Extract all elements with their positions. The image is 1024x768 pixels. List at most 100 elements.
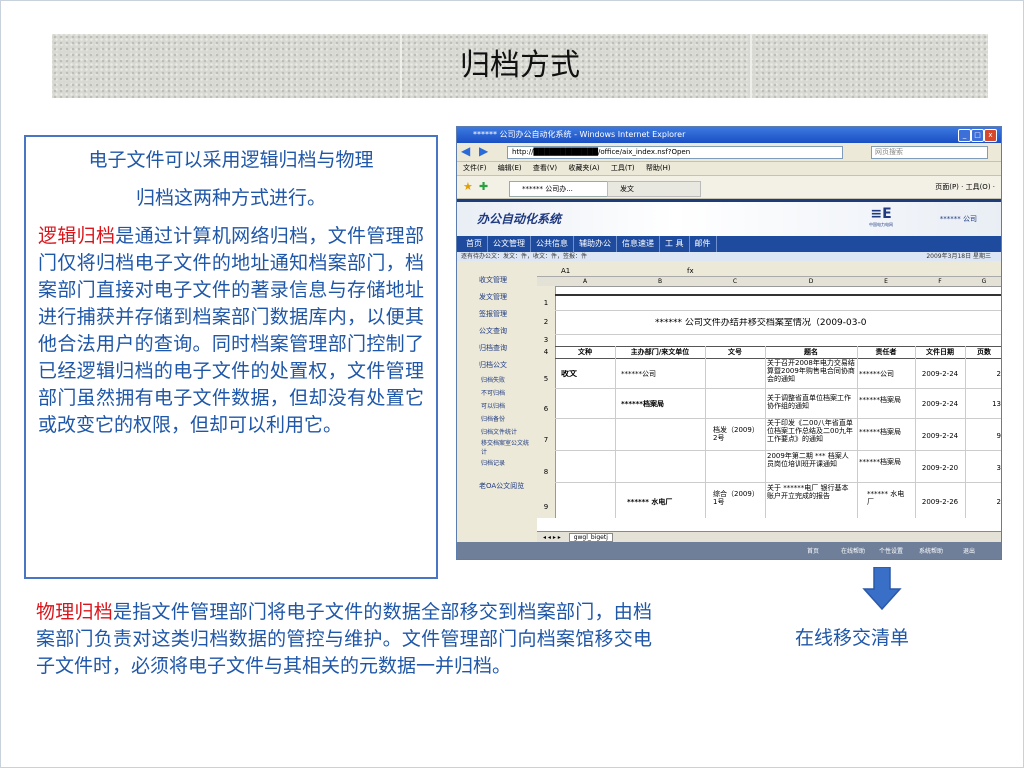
table-header: 页数 xyxy=(977,348,991,356)
formula-bar: A1 fx xyxy=(537,266,1001,277)
table-cell: ******档案局 xyxy=(859,428,901,436)
browser-tab-active[interactable]: ****** 公司办... xyxy=(509,181,613,197)
side-submenu-item[interactable]: 归档记录 xyxy=(477,457,529,470)
table-cell: ****** 水电厂 xyxy=(627,498,673,506)
oa-info-bar: 逐有待办公文：发文：件，收文：件，签报：件 2009年3月18日 星期三 xyxy=(457,252,1001,261)
column-letter: E xyxy=(884,278,888,285)
nav-item[interactable]: 信息速递 xyxy=(617,236,660,252)
screenshot-caption: 在线移交清单 xyxy=(795,627,910,649)
grid-line xyxy=(555,346,1001,347)
address-input[interactable]: http://████████████/office/aix_index.nsf… xyxy=(507,146,843,159)
column-letter: B xyxy=(657,278,663,285)
side-menu-item[interactable]: 签报管理 xyxy=(477,306,529,323)
function-icon[interactable]: fx xyxy=(687,266,694,276)
oa-company-name: ****** 公司 xyxy=(939,215,977,223)
status-link[interactable]: 系统帮助 xyxy=(919,542,943,559)
status-link[interactable]: 个性设置 xyxy=(879,542,903,559)
sheet-tab[interactable]: gwgl_bigetj xyxy=(568,533,613,542)
side-submenu-item[interactable]: 归档失败 xyxy=(477,374,529,387)
nav-item[interactable]: 工 具 xyxy=(660,236,690,252)
column-letter: F xyxy=(938,278,942,285)
menu-item[interactable]: 帮助(H) xyxy=(646,164,671,172)
sheet-nav-icon[interactable]: ◂ ◂ ▸ ▸ xyxy=(543,534,561,541)
table-header: 题名 xyxy=(804,348,818,356)
spreadsheet: A1 fx A B C D E F G 1 2 3 4 5 6 7 8 9 **… xyxy=(537,266,1001,542)
search-input[interactable]: 网页搜索 xyxy=(871,146,988,159)
slide-title: 归档方式 xyxy=(460,48,580,83)
table-cell: ******档案局 xyxy=(859,396,901,404)
ie-menu-bar: 文件(F) 编辑(E) 查看(V) 收藏夹(A) 工具(T) 帮助(H) xyxy=(457,162,1001,176)
side-submenu-item[interactable]: 不可归档 xyxy=(477,387,529,400)
side-menu-item[interactable]: 老OA公文阅览 xyxy=(477,478,529,495)
status-link[interactable]: 退出 xyxy=(963,542,975,559)
menu-item[interactable]: 工具(T) xyxy=(611,164,635,172)
address-bar: ◀ ▶ http://████████████/office/aix_index… xyxy=(457,143,1001,162)
status-link[interactable]: 首页 xyxy=(807,542,819,559)
favorites-star-icon[interactable]: ★ xyxy=(463,180,473,193)
logical-archive-text: 是通过计算机网络归档，文件管理部门仅将归档电子文件的地址通知档案部门，档案部门直… xyxy=(38,225,424,436)
table-cell: 关于 ******电厂 银行基本账户开立完成的报告 xyxy=(767,484,849,500)
oa-side-menu: 收文管理 发文管理 签报管理 公文查询 归档查询 归档公文 归档失败 不可归档 … xyxy=(477,272,529,495)
grid-line xyxy=(555,334,1001,335)
table-cell: 收文 xyxy=(561,370,577,378)
nav-item[interactable]: 辅助办公 xyxy=(574,236,617,252)
table-header: 文号 xyxy=(728,348,742,356)
side-menu-item[interactable]: 收文管理 xyxy=(477,272,529,289)
sheet-border xyxy=(555,294,1001,296)
menu-item[interactable]: 查看(V) xyxy=(533,164,557,172)
row-number: 3 xyxy=(537,334,556,346)
ie-tools-menu[interactable]: 页面(P) · 工具(O) · xyxy=(935,181,995,193)
row-number: 8 xyxy=(537,450,556,482)
side-submenu-item[interactable]: 可以归档 xyxy=(477,400,529,413)
title-band: 归档方式 xyxy=(52,34,988,98)
status-link[interactable]: 在线帮助 xyxy=(841,542,865,559)
side-menu-item[interactable]: 发文管理 xyxy=(477,289,529,306)
current-date: 2009年3月18日 星期三 xyxy=(926,253,991,260)
side-menu-item[interactable]: 公文查询 xyxy=(477,323,529,340)
column-letter: D xyxy=(808,278,814,285)
nav-item[interactable]: 公共信息 xyxy=(531,236,574,252)
menu-item[interactable]: 编辑(E) xyxy=(498,164,522,172)
row-number: 6 xyxy=(537,388,556,418)
back-icon[interactable]: ◀ xyxy=(461,144,470,158)
browser-tab[interactable]: 发文 xyxy=(607,181,701,197)
cell-reference[interactable]: A1 xyxy=(561,266,570,276)
table-cell: 2009-2-24 xyxy=(921,370,959,378)
menu-item[interactable]: 文件(F) xyxy=(463,164,487,172)
sheet-title: ****** 公司文件办结并移交档案室情况（2009-03-0 xyxy=(655,318,867,328)
table-cell: 关于召开2008年电力交易结算暨2009年购售电合同协商会的通知 xyxy=(767,359,855,383)
table-cell: 关于印发《二00八年省直单位档案工作总结及二00九年工作要点》的通知 xyxy=(767,419,853,443)
table-cell: 13 xyxy=(992,400,1001,408)
menu-item[interactable]: 收藏夹(A) xyxy=(568,164,599,172)
power-grid-logo: ≡E 中国电力电网 xyxy=(869,206,893,227)
side-menu-item[interactable]: 归档公文 xyxy=(477,357,529,374)
side-submenu-item[interactable]: 移交档案室公文统计 xyxy=(477,439,529,457)
column-letter: G xyxy=(981,278,987,285)
minimize-icon[interactable]: _ xyxy=(958,129,971,142)
grid-line xyxy=(555,450,1001,451)
close-icon[interactable]: x xyxy=(984,129,997,142)
logo-caption: 中国电力电网 xyxy=(869,222,893,227)
intro-line: 归档这两种方式进行。 xyxy=(135,187,326,209)
nav-item[interactable]: 公文管理 xyxy=(488,236,531,252)
ie-title-bar: ****** 公司办公自动化系统 - Windows Internet Expl… xyxy=(457,127,1001,143)
physical-archive-text: 是指文件管理部门将电子文件的数据全部移交到档案部门，由档案部门负责对这类归档数据… xyxy=(36,601,652,677)
table-cell: ****** 水电厂 xyxy=(867,490,905,506)
physical-archive-term: 物理归档 xyxy=(36,601,114,623)
forward-icon[interactable]: ▶ xyxy=(479,144,488,158)
side-submenu-item[interactable]: 归档文件统计 xyxy=(477,426,529,439)
ie-window-title: ****** 公司办公自动化系统 - Windows Internet Expl… xyxy=(473,130,686,139)
table-cell: 2009-2-24 xyxy=(921,432,959,440)
nav-item[interactable]: 首页 xyxy=(461,236,488,252)
column-headers: A B C D E F G xyxy=(537,277,1001,287)
side-submenu-item[interactable]: 归档备份 xyxy=(477,413,529,426)
nav-item[interactable]: 邮件 xyxy=(690,236,717,252)
maximize-icon[interactable]: □ xyxy=(971,129,984,142)
table-cell: ******档案局 xyxy=(621,400,664,408)
side-menu-item[interactable]: 归档查询 xyxy=(477,340,529,357)
logical-archive-box: 电子文件可以采用逻辑归档与物理 归档这两种方式进行。 逻辑归档是通过计算机网络归… xyxy=(24,135,438,579)
table-cell: 档发（2009）2号 xyxy=(713,426,759,442)
grid-line xyxy=(555,388,1001,389)
row-number: 9 xyxy=(537,482,556,518)
add-favorite-icon[interactable]: ✚ xyxy=(479,180,488,193)
